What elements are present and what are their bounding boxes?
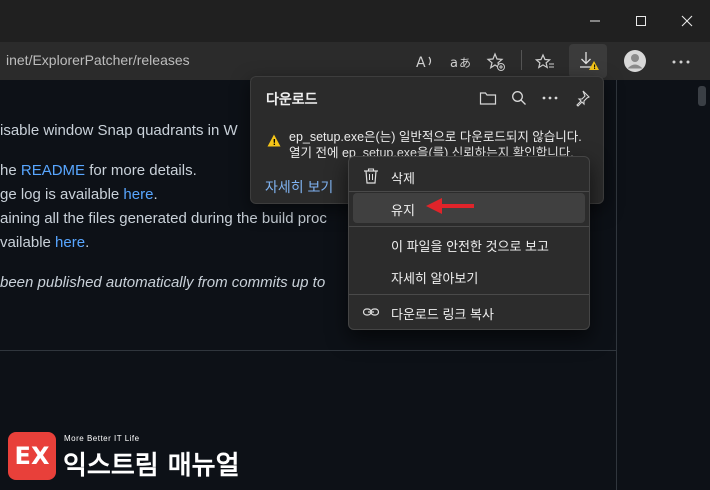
maximize-icon — [636, 16, 646, 26]
download-warning-icon: ! — [580, 52, 599, 71]
divider — [0, 350, 616, 351]
logo-name: 익스트림 매뉴얼 — [63, 451, 240, 481]
more-options-button[interactable] — [537, 85, 563, 111]
settings-more-button[interactable] — [667, 48, 695, 76]
warning-icon: ! — [267, 134, 281, 147]
logo-tagline: More Better IT Life — [64, 434, 140, 443]
star-add-icon — [486, 52, 505, 71]
svg-text:!: ! — [273, 138, 277, 147]
search-downloads-button[interactable] — [506, 85, 532, 111]
menu-item-copy-link[interactable]: 다운로드 링크 복사 — [353, 297, 585, 327]
downloads-title: 다운로드 — [266, 91, 318, 107]
menu-item-label: 이 파일을 안전한 것으로 보고 — [391, 239, 549, 254]
logo-mark: EX — [8, 432, 56, 480]
maximize-button[interactable] — [618, 0, 664, 42]
close-button[interactable] — [664, 0, 710, 42]
readme-link[interactable]: README — [21, 162, 85, 179]
svg-text:A: A — [416, 55, 426, 71]
favorites-button[interactable] — [531, 48, 559, 76]
menu-item-label: 삭제 — [391, 171, 415, 186]
menu-item-label: 다운로드 링크 복사 — [391, 307, 494, 322]
more-horizontal-icon — [672, 60, 690, 64]
annotation-arrow-icon — [426, 198, 474, 214]
page-text-line: isable window Snap quadrants in W — [0, 122, 238, 139]
menu-item-learn-more[interactable]: 자세히 알아보기 — [353, 261, 585, 291]
show-more-button[interactable]: 자세히 보기 — [265, 177, 333, 197]
avatar-icon — [624, 50, 646, 72]
profile-button[interactable] — [620, 46, 650, 76]
menu-separator — [349, 294, 589, 295]
scrollbar-thumb[interactable] — [698, 86, 706, 106]
site-logo: EX More Better IT Life 익스트림 매뉴얼 — [8, 432, 240, 484]
svg-text:!: ! — [593, 64, 596, 71]
artifacts-link[interactable]: here — [55, 234, 85, 251]
menu-item-label: 자세히 알아보기 — [391, 271, 479, 286]
pin-panel-button[interactable] — [569, 85, 595, 111]
svg-text:a: a — [450, 56, 458, 71]
toolbar-separator — [521, 50, 522, 70]
translate-button[interactable]: aあ — [447, 48, 475, 76]
pin-icon — [576, 90, 590, 107]
read-aloud-button[interactable]: A — [411, 48, 439, 76]
download-context-menu: 삭제 유지 이 파일을 안전한 것으로 보고 자세히 알아보기 다운로드 링크 … — [348, 156, 590, 330]
more-horizontal-icon — [542, 96, 558, 100]
minimize-button[interactable] — [572, 0, 618, 42]
menu-item-report-safe[interactable]: 이 파일을 안전한 것으로 보고 — [353, 229, 585, 259]
page-text-line: vailable here. — [0, 234, 90, 251]
menu-separator — [349, 191, 589, 192]
read-aloud-icon: A — [416, 55, 432, 71]
scrollbar-track[interactable] — [616, 80, 710, 490]
page-text-line: aining all the files generated during th… — [0, 210, 327, 227]
close-icon — [681, 15, 693, 27]
url-text[interactable]: inet/ExplorerPatcher/releases — [6, 52, 190, 68]
svg-text:あ: あ — [459, 56, 471, 70]
menu-item-label: 유지 — [391, 203, 415, 218]
menu-separator — [349, 226, 589, 227]
minimize-icon — [590, 20, 600, 22]
page-text-line: he README for more details. — [0, 162, 197, 179]
link-icon — [362, 308, 380, 316]
page-text-line: ge log is available here. — [0, 186, 158, 203]
translate-icon: aあ — [450, 56, 471, 71]
title-bar — [0, 0, 710, 42]
favorites-icon — [535, 53, 554, 69]
page-text-line: been published automatically from commit… — [0, 274, 326, 291]
downloads-button[interactable]: ! — [569, 44, 607, 78]
folder-icon — [479, 92, 497, 105]
changelog-link[interactable]: here — [123, 186, 153, 203]
trash-icon — [364, 168, 378, 184]
add-favorite-button[interactable] — [482, 48, 510, 76]
search-icon — [512, 91, 526, 105]
open-folder-button[interactable] — [475, 85, 501, 111]
menu-item-delete[interactable]: 삭제 — [353, 161, 585, 191]
